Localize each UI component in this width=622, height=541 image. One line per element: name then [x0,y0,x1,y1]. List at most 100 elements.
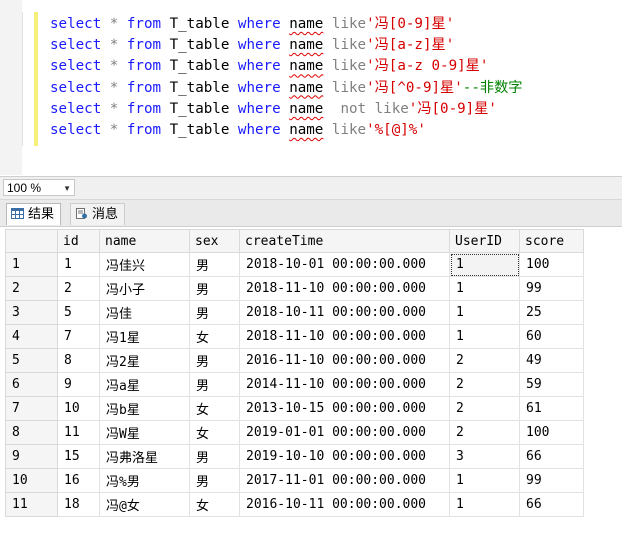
cell-sex[interactable]: 男 [189,348,240,373]
cell-createtime[interactable]: 2017-11-01 00:00:00.000 [239,468,450,493]
cell-sex[interactable]: 男 [189,372,240,397]
cell-score[interactable]: 49 [519,348,584,373]
cell-id[interactable]: 9 [57,372,100,397]
chevron-down-icon[interactable]: ▼ [63,180,71,197]
cell-name[interactable]: 冯佳兴 [99,252,190,277]
cell-name[interactable]: 冯a星 [99,372,190,397]
cell-userid[interactable]: 2 [449,372,520,397]
row-number[interactable]: 2 [5,276,58,301]
cell-name[interactable]: 冯小子 [99,276,190,301]
cell-id[interactable]: 7 [57,324,100,349]
cell-sex[interactable]: 男 [189,300,240,325]
cell-id[interactable]: 1 [57,252,100,277]
cell-name[interactable]: 冯W星 [99,420,190,445]
cell-id[interactable]: 16 [57,468,100,493]
sql-line[interactable]: select * from T_table where name like'%[… [50,120,522,141]
row-number[interactable]: 5 [5,348,58,373]
column-header-score[interactable]: score [519,229,584,253]
cell-score[interactable]: 100 [519,252,584,277]
table-row[interactable]: 5 8 冯2星男 2016-11-10 00:00:00.000 2 49 [5,348,584,373]
cell-userid[interactable]: 1 [449,276,520,301]
cell-id[interactable]: 11 [57,420,100,445]
sql-code[interactable]: select * from T_table where name like'冯[… [50,14,522,141]
cell-userid[interactable]: 3 [449,444,520,469]
cell-name[interactable]: 冯@女 [99,492,190,517]
table-row[interactable]: 2 2 冯小子男 2018-11-10 00:00:00.000 1 99 [5,276,584,301]
cell-name[interactable]: 冯弗洛星 [99,444,190,469]
table-row[interactable]: 3 5 冯佳男 2018-10-11 00:00:00.000 1 25 [5,300,584,325]
cell-createtime[interactable]: 2019-01-01 00:00:00.000 [239,420,450,445]
row-number[interactable]: 1 [5,252,58,277]
cell-name[interactable]: 冯1星 [99,324,190,349]
table-row[interactable]: 6 9 冯a星男 2014-11-10 00:00:00.000 2 59 [5,372,584,397]
row-number[interactable]: 10 [5,468,58,493]
cell-id[interactable]: 18 [57,492,100,517]
cell-score[interactable]: 60 [519,324,584,349]
cell-sex[interactable]: 男 [189,252,240,277]
column-header-id[interactable]: id [57,229,100,253]
cell-id[interactable]: 10 [57,396,100,421]
cell-id[interactable]: 8 [57,348,100,373]
row-number[interactable]: 11 [5,492,58,517]
row-number[interactable]: 6 [5,372,58,397]
row-number[interactable]: 4 [5,324,58,349]
cell-userid[interactable]: 2 [449,348,520,373]
table-row[interactable]: 7 10 冯b星女 2013-10-15 00:00:00.000 2 61 [5,396,584,421]
cell-name[interactable]: 冯2星 [99,348,190,373]
tab-results[interactable]: 结果 [6,203,62,225]
cell-score[interactable]: 25 [519,300,584,325]
corner-cell[interactable] [5,229,58,253]
cell-sex[interactable]: 女 [189,420,240,445]
cell-name[interactable]: 冯%男 [99,468,190,493]
cell-createtime[interactable]: 2018-11-10 00:00:00.000 [239,276,450,301]
tab-messages[interactable]: 消息 [70,203,126,225]
cell-createtime[interactable]: 2018-11-10 00:00:00.000 [239,324,450,349]
cell-createtime[interactable]: 2016-10-11 00:00:00.000 [239,492,450,517]
cell-createtime[interactable]: 2016-11-10 00:00:00.000 [239,348,450,373]
cell-sex[interactable]: 女 [189,396,240,421]
cell-id[interactable]: 15 [57,444,100,469]
cell-sex[interactable]: 男 [189,444,240,469]
cell-sex[interactable]: 男 [189,468,240,493]
cell-score[interactable]: 100 [519,420,584,445]
zoom-select[interactable]: 100 % ▼ [3,179,75,196]
row-number[interactable]: 3 [5,300,58,325]
cell-userid[interactable]: 1 [449,252,520,277]
column-header-sex[interactable]: sex [189,229,240,253]
cell-score[interactable]: 66 [519,444,584,469]
table-row[interactable]: 10 16 冯%男男 2017-11-01 00:00:00.000 1 99 [5,468,584,493]
cell-sex[interactable]: 男 [189,276,240,301]
results-grid[interactable]: id name sex createTime UserID score 1 1 冯佳兴男 201… [5,229,622,541]
cell-name[interactable]: 冯佳 [99,300,190,325]
cell-createtime[interactable]: 2019-10-10 00:00:00.000 [239,444,450,469]
table-row[interactable]: 11 18 冯@女女 2016-10-11 00:00:00.000 1 66 [5,492,584,517]
sql-editor[interactable]: select * from T_table where name like'冯[… [0,0,622,175]
row-number[interactable]: 9 [5,444,58,469]
cell-userid[interactable]: 1 [449,468,520,493]
cell-score[interactable]: 99 [519,468,584,493]
cell-userid[interactable]: 1 [449,492,520,517]
column-header-createtime[interactable]: createTime [239,229,450,253]
cell-id[interactable]: 2 [57,276,100,301]
cell-createtime[interactable]: 2018-10-11 00:00:00.000 [239,300,450,325]
cell-createtime[interactable]: 2018-10-01 00:00:00.000 [239,252,450,277]
cell-sex[interactable]: 女 [189,324,240,349]
column-header-userid[interactable]: UserID [449,229,520,253]
cell-userid[interactable]: 2 [449,420,520,445]
cell-createtime[interactable]: 2013-10-15 00:00:00.000 [239,396,450,421]
sql-line[interactable]: select * from T_table where name like'冯[… [50,56,522,77]
row-number[interactable]: 7 [5,396,58,421]
table-row[interactable]: 9 15 冯弗洛星男 2019-10-10 00:00:00.000 3 66 [5,444,584,469]
cell-id[interactable]: 5 [57,300,100,325]
cell-score[interactable]: 61 [519,396,584,421]
cell-userid[interactable]: 1 [449,324,520,349]
table-row[interactable]: 8 11 冯W星女 2019-01-01 00:00:00.000 2 100 [5,420,584,445]
cell-sex[interactable]: 女 [189,492,240,517]
cell-score[interactable]: 66 [519,492,584,517]
table-row[interactable]: 4 7 冯1星女 2018-11-10 00:00:00.000 1 60 [5,324,584,349]
sql-line[interactable]: select * from T_table where name like'冯[… [50,14,522,35]
cell-name[interactable]: 冯b星 [99,396,190,421]
cell-userid[interactable]: 2 [449,396,520,421]
table-row[interactable]: 1 1 冯佳兴男 2018-10-01 00:00:00.000 1 100 [5,252,584,277]
sql-line[interactable]: select * from T_table where name like'冯[… [50,78,522,99]
